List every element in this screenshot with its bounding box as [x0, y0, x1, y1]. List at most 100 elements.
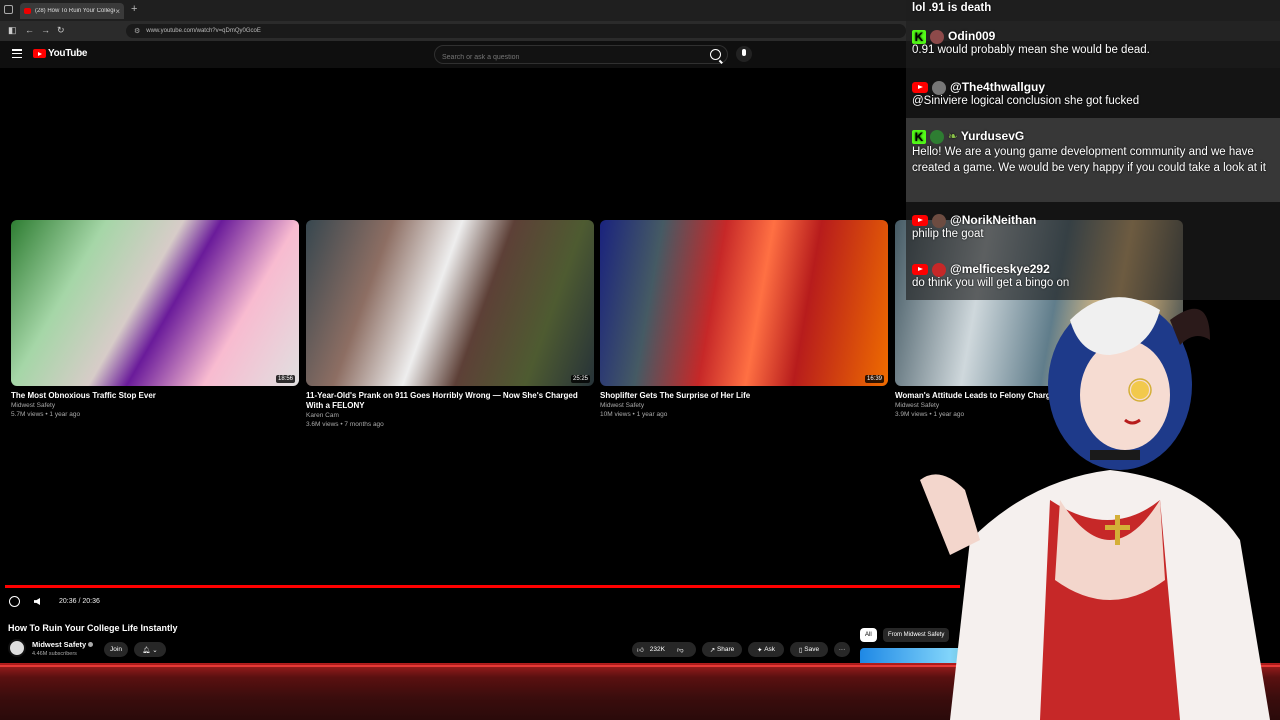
sidebar-toggle-icon[interactable] [4, 5, 13, 14]
chat-username: @NorikNeithan [950, 213, 1037, 227]
search-input[interactable] [435, 49, 695, 66]
kick-badge-icon: K [912, 129, 926, 144]
chat-username: @The4thwallguy [950, 80, 1046, 94]
back-icon[interactable]: ← [25, 25, 34, 35]
user-avatar [930, 129, 944, 144]
avatar-choker [1090, 450, 1140, 460]
youtube-logo[interactable]: YouTube [33, 48, 88, 59]
chat-text: philip the goat [912, 227, 984, 240]
youtube-badge-icon [912, 215, 928, 227]
video-meta: 5.7M views • 1 year ago [11, 411, 81, 418]
endscreen-video-card[interactable]: 18:56 The Most Obnoxious Traffic Stop Ev… [11, 220, 299, 419]
user-avatar [932, 213, 946, 228]
video-page-title: How To Ruin Your College Life Instantly [8, 623, 178, 633]
video-title[interactable]: 11-Year-Old's Prank on 911 Goes Horribly… [306, 391, 594, 411]
chat-text: lol .91 is death [912, 2, 992, 14]
avatar-face [1080, 340, 1170, 450]
leaf-icon: ❧ [948, 131, 958, 143]
chat-message: K Odin009 0.91 would probably mean she wo… [912, 29, 1150, 56]
video-progress-bar[interactable] [5, 585, 960, 588]
close-tab-icon[interactable]: × [115, 7, 120, 16]
chat-text: Hello! We are a young game development c… [912, 145, 1266, 174]
video-meta: 10M views • 1 year ago [600, 411, 668, 418]
video-title[interactable]: The Most Obnoxious Traffic Stop Ever [11, 391, 299, 401]
subscriber-count: 4.46M subscribers [32, 651, 77, 657]
voice-search-mic-icon[interactable] [736, 46, 752, 62]
like-dislike-group: 👍︎ 232K 👎︎ [632, 642, 696, 657]
url-text: www.youtube.com/watch?v=qDmQy0GcoE [146, 28, 261, 34]
youtube-badge-icon [912, 264, 928, 276]
join-button[interactable]: Join [104, 642, 128, 657]
reload-icon[interactable]: ↻ [57, 25, 65, 36]
endscreen-video-card[interactable]: 16:39 Shoplifter Gets The Surprise of He… [600, 220, 888, 419]
chat-text: @Siniviere logical conclusion she got fu… [912, 94, 1140, 107]
chat-username: YurdusevG [960, 129, 1025, 143]
save-button[interactable]: ▯ Save [790, 642, 828, 657]
share-button[interactable]: ↗ Share [702, 642, 742, 657]
time-display: 20:36 / 20:36 [59, 598, 100, 605]
ask-button[interactable]: ✦ Ask [748, 642, 784, 657]
site-info-icon[interactable]: ⚙ [134, 27, 140, 35]
chat-message: @The4thwallguy @Siniviere logical conclu… [912, 80, 1139, 107]
avatar-eye [1131, 381, 1149, 399]
logo-text: YouTube [48, 48, 88, 59]
verified-icon [88, 642, 94, 647]
save-label: Save [804, 646, 820, 653]
video-duration: 16:39 [864, 375, 884, 383]
share-label: Share [716, 646, 735, 653]
chat-text: 0.91 would probably mean she would be de… [912, 43, 1150, 56]
split-view-icon[interactable]: ◧ [8, 25, 17, 36]
user-avatar [932, 80, 946, 95]
channel-avatar[interactable] [8, 639, 26, 657]
youtube-play-icon [33, 49, 46, 58]
video-duration: 25:25 [570, 375, 590, 383]
video-thumbnail[interactable]: 25:25 [306, 220, 594, 386]
video-duration: 18:56 [275, 375, 295, 383]
vtuber-avatar [920, 297, 1270, 720]
video-channel[interactable]: Midwest Safety [600, 401, 888, 410]
forward-icon[interactable]: → [41, 25, 50, 35]
bell-icon: 🔔︎ ⌄ [142, 646, 158, 654]
notifications-button[interactable]: 🔔︎ ⌄ [134, 642, 166, 657]
video-channel[interactable]: Midwest Safety [11, 401, 299, 410]
avatar-hand [920, 474, 980, 555]
like-count: 232K [649, 646, 665, 653]
chat-username: Odin009 [948, 29, 996, 43]
hamburger-menu-icon[interactable] [12, 49, 22, 58]
youtube-badge-icon [912, 82, 928, 94]
youtube-favicon-icon [24, 8, 31, 14]
kick-badge-icon: K [912, 29, 926, 44]
video-thumbnail[interactable]: 18:56 [11, 220, 299, 386]
share-icon: ↗ [709, 646, 716, 654]
user-avatar [932, 262, 946, 277]
user-avatar [930, 29, 944, 44]
endscreen-video-card[interactable]: 25:25 11-Year-Old's Prank on 911 Goes Ho… [306, 220, 594, 429]
tab-title: (28) How To Ruin Your College [35, 8, 116, 14]
ask-label: Ask [764, 646, 776, 653]
video-channel[interactable]: Karen Cam [306, 411, 594, 420]
browser-tab[interactable]: (28) How To Ruin Your College × [20, 3, 124, 19]
chip-all[interactable]: All [860, 628, 877, 642]
video-meta: 3.6M views • 7 months ago [306, 421, 384, 428]
new-tab-icon[interactable]: + [131, 3, 137, 15]
video-title[interactable]: Shoplifter Gets The Surprise of Her Life [600, 391, 888, 401]
channel-name[interactable]: Midwest Safety [32, 640, 94, 649]
sparkle-icon: ✦ [756, 646, 763, 654]
more-actions-button[interactable]: ··· [834, 642, 850, 657]
bookmark-icon: ▯ [798, 646, 803, 654]
volume-icon[interactable] [34, 598, 40, 605]
dislike-icon[interactable]: 👎︎ [677, 646, 684, 654]
chat-username: @melficeskye292 [950, 262, 1050, 276]
url-field[interactable]: ⚙ www.youtube.com/watch?v=qDmQy0GcoE [126, 24, 906, 38]
chat-message: @NorikNeithan philip the goat [912, 213, 1036, 240]
chat-message: K ❧ YurdusevG Hello! We are a young game … [912, 129, 1274, 176]
replay-icon[interactable] [9, 596, 20, 607]
like-icon[interactable]: 👍︎ [637, 646, 644, 654]
join-label: Join [110, 646, 122, 653]
more-icon: ··· [838, 646, 846, 653]
channel-name-text: Midwest Safety [32, 640, 87, 649]
chat-line: lol .91 is death [912, 2, 991, 14]
video-thumbnail[interactable]: 16:39 [600, 220, 888, 386]
search-icon[interactable] [710, 49, 721, 60]
search-box [434, 45, 728, 66]
